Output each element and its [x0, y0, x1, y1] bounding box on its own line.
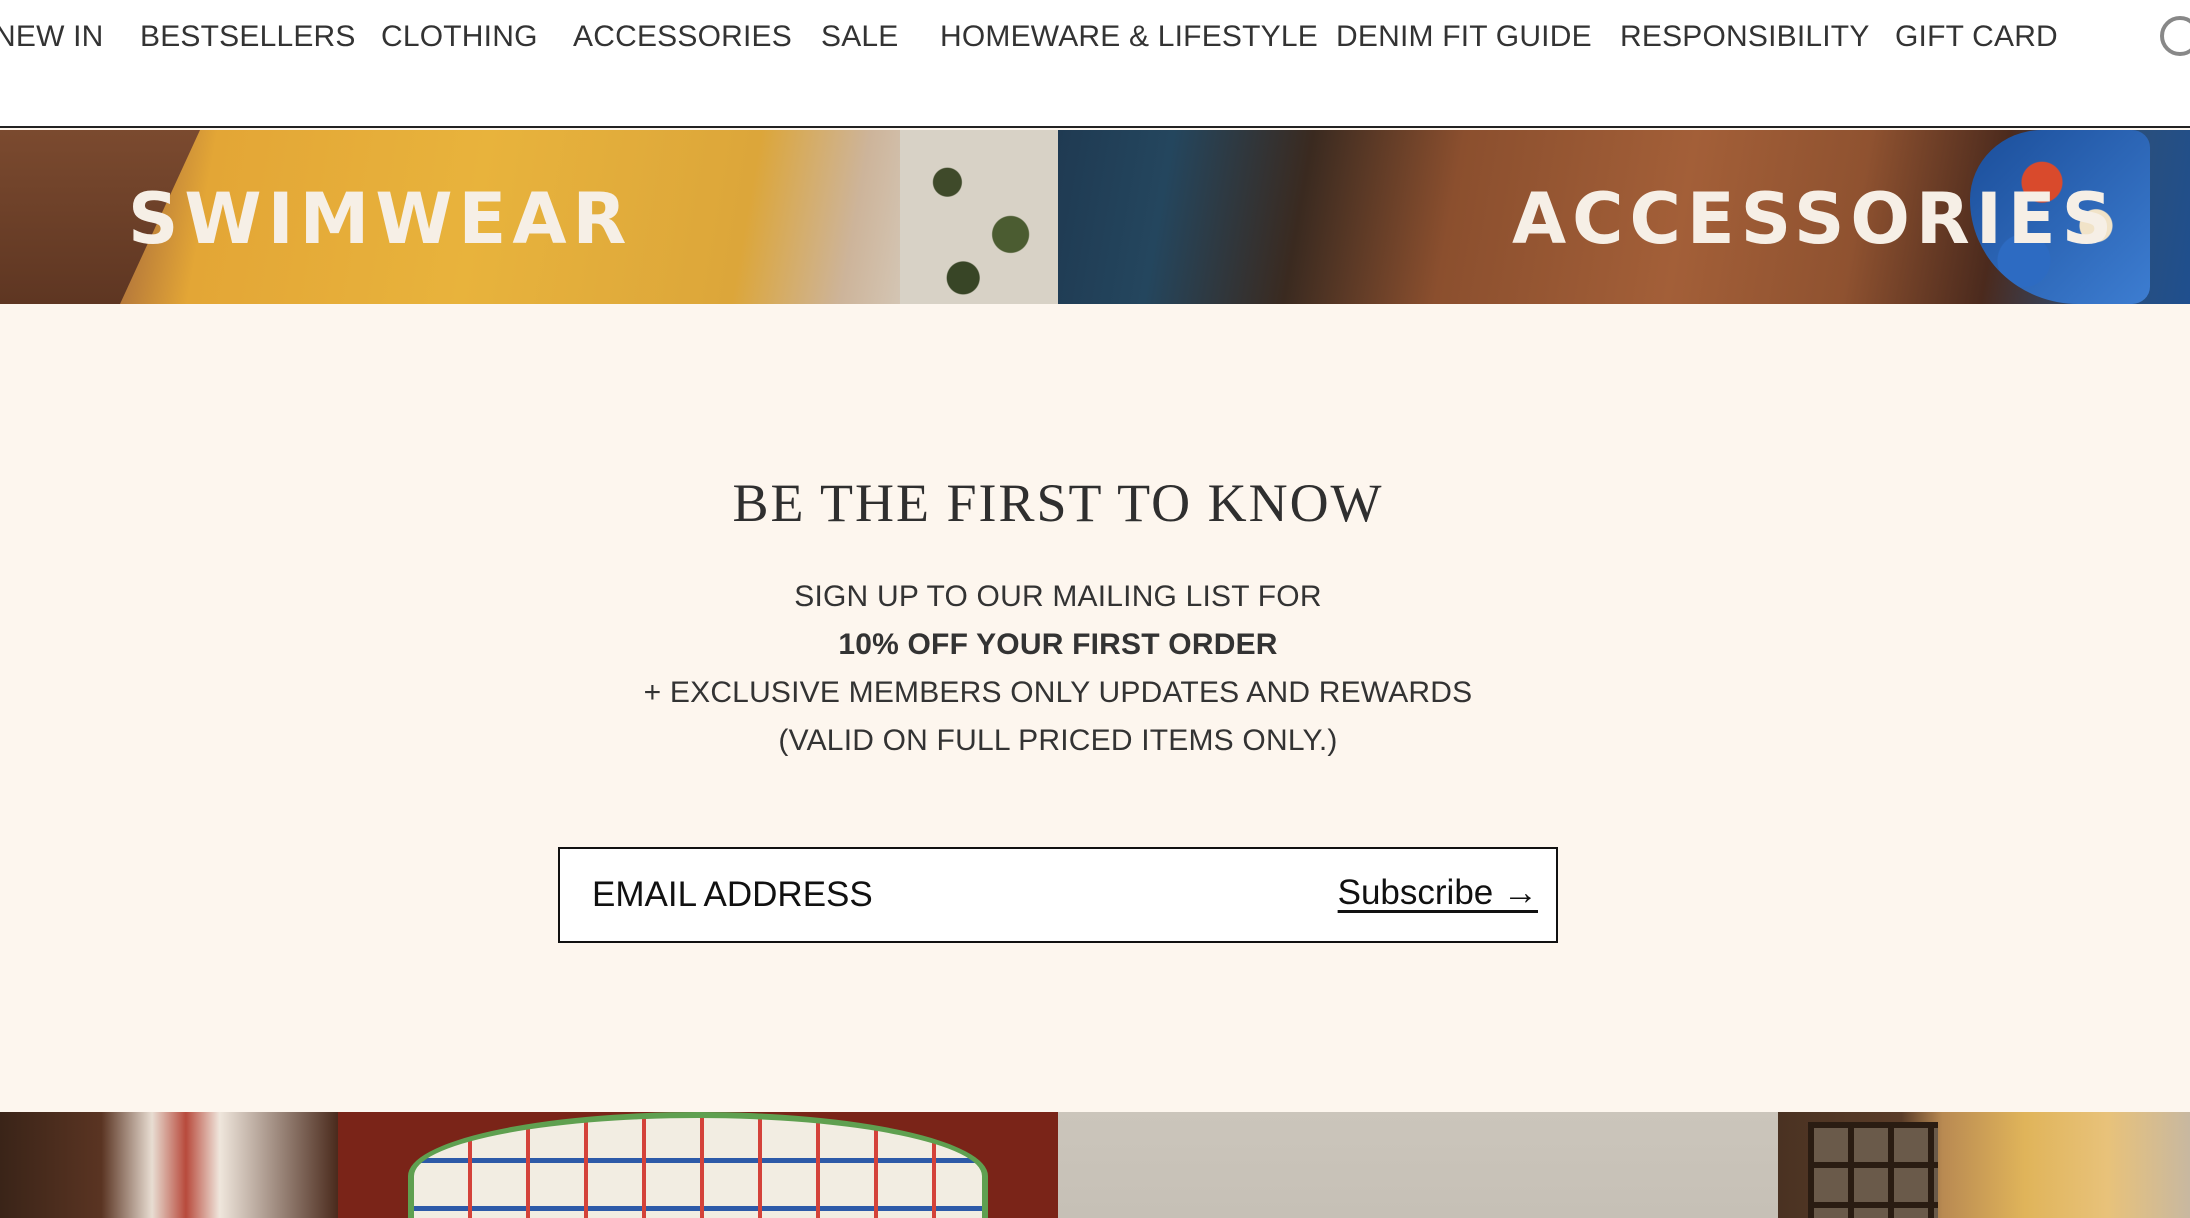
email-input[interactable] [562, 851, 1262, 939]
window-image [1808, 1122, 1938, 1218]
tile-image-3[interactable] [1058, 1112, 1778, 1218]
tile-image-4[interactable] [1778, 1112, 2190, 1218]
swimwear-image-leaves [900, 130, 1058, 304]
newsletter-line-3: + EXCLUSIVE MEMBERS ONLY UPDATES AND REW… [643, 676, 1473, 709]
newsletter-title: BE THE FIRST TO KNOW [732, 473, 1384, 533]
top-navigation: NEW IN BESTSELLERS CLOTHING ACCESSORIES … [0, 0, 2190, 128]
nav-item-accessories[interactable]: ACCESSORIES [573, 20, 792, 54]
subscribe-button[interactable]: Subscribe → [1338, 873, 1538, 913]
accessories-banner-label: ACCESSORIES [1512, 178, 2119, 260]
nav-item-clothing[interactable]: CLOTHING [381, 20, 538, 54]
accessories-banner[interactable]: ACCESSORIES [1058, 130, 2190, 304]
nav-item-homeware-lifestyle[interactable]: HOMEWARE & LIFESTYLE [940, 20, 1318, 54]
search-icon[interactable] [2160, 16, 2190, 56]
homeware-tiles [0, 1112, 2190, 1218]
nav-item-bestsellers[interactable]: BESTSELLERS [140, 20, 356, 54]
plate-image [408, 1112, 988, 1218]
newsletter-terms: (VALID ON FULL PRICED ITEMS ONLY.) [778, 724, 1338, 757]
nav-item-gift-card[interactable]: GIFT CARD [1895, 20, 2058, 54]
nav-item-responsibility[interactable]: RESPONSIBILITY [1620, 20, 1870, 54]
category-banners: SWIMWEAR ACCESSORIES [0, 130, 2190, 304]
nav-item-sale[interactable]: SALE [821, 20, 899, 54]
swimwear-banner-label: SWIMWEAR [128, 178, 633, 260]
newsletter-signup-form: Subscribe → [558, 847, 1558, 943]
tile-image-plate[interactable] [338, 1112, 1058, 1218]
nav-item-new-in[interactable]: NEW IN [0, 20, 104, 54]
tile-image-1[interactable] [0, 1112, 338, 1218]
newsletter-section: BE THE FIRST TO KNOW SIGN UP TO OUR MAIL… [0, 304, 2190, 1112]
newsletter-offer: 10% OFF YOUR FIRST ORDER [838, 628, 1278, 661]
swimwear-banner[interactable]: SWIMWEAR [0, 130, 1058, 304]
newsletter-line-1: SIGN UP TO OUR MAILING LIST FOR [794, 580, 1322, 613]
nav-item-denim-fit-guide[interactable]: DENIM FIT GUIDE [1336, 20, 1592, 54]
